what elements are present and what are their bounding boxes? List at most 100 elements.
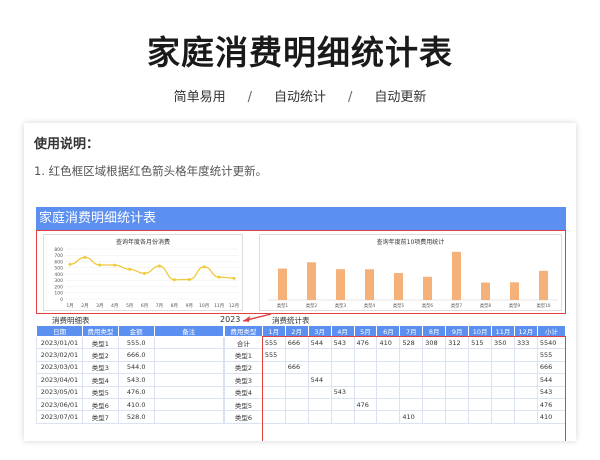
table-cell[interactable]: [376, 348, 401, 362]
table-cell[interactable]: [445, 360, 470, 375]
table-cell[interactable]: 666: [536, 360, 567, 375]
table-cell[interactable]: 5540: [536, 335, 567, 350]
table-cell[interactable]: [330, 348, 355, 362]
table-cell[interactable]: [491, 360, 515, 375]
table-cell[interactable]: [399, 397, 424, 412]
table-cell[interactable]: [513, 385, 538, 399]
table-cell[interactable]: [153, 335, 225, 350]
table-cell[interactable]: 543: [536, 385, 567, 399]
table-cell[interactable]: 类型1: [81, 335, 119, 350]
table-cell[interactable]: 555: [261, 335, 286, 350]
table-cell[interactable]: 544.0: [117, 360, 155, 375]
table-cell[interactable]: [399, 385, 424, 399]
table-cell[interactable]: [353, 410, 378, 424]
table-cell[interactable]: 528.0: [117, 410, 155, 424]
table-cell[interactable]: [330, 410, 355, 424]
table-cell[interactable]: [422, 348, 447, 362]
table-cell[interactable]: 类型2: [81, 348, 119, 362]
table-cell[interactable]: [261, 385, 286, 399]
table-cell[interactable]: 543: [330, 335, 355, 350]
table-cell[interactable]: 合计: [224, 335, 263, 350]
table-cell[interactable]: 410: [376, 335, 401, 350]
table-cell[interactable]: 2023/04/01: [36, 373, 83, 387]
table-cell[interactable]: 类型3: [81, 360, 119, 375]
table-cell[interactable]: [491, 385, 515, 399]
table-cell[interactable]: [376, 360, 401, 375]
table-cell[interactable]: [468, 397, 493, 412]
table-cell[interactable]: [491, 410, 515, 424]
table-cell[interactable]: [284, 373, 309, 387]
table-cell[interactable]: 476: [353, 397, 378, 412]
table-cell[interactable]: 544: [307, 373, 332, 387]
table-cell[interactable]: [468, 410, 493, 424]
table-cell[interactable]: 2023/02/01: [36, 348, 83, 362]
table-cell[interactable]: 666: [284, 360, 309, 375]
table-cell[interactable]: [491, 397, 515, 412]
table-cell[interactable]: [153, 397, 225, 412]
table-cell[interactable]: [399, 348, 424, 362]
table-cell[interactable]: 476: [353, 335, 378, 350]
table-cell[interactable]: [513, 397, 538, 412]
table-cell[interactable]: [513, 360, 538, 375]
table-cell[interactable]: [284, 385, 309, 399]
table-cell[interactable]: [468, 373, 493, 387]
table-cell[interactable]: [330, 373, 355, 387]
table-cell[interactable]: [376, 410, 401, 424]
table-cell[interactable]: [153, 348, 225, 362]
table-cell[interactable]: [422, 360, 447, 375]
table-cell[interactable]: 312: [445, 335, 470, 350]
table-cell[interactable]: 2023/03/01: [36, 360, 83, 375]
table-cell[interactable]: [445, 397, 470, 412]
table-cell[interactable]: 2023/05/01: [36, 385, 83, 399]
table-cell[interactable]: [307, 410, 332, 424]
table-cell[interactable]: [153, 373, 225, 387]
table-cell[interactable]: 410.0: [117, 397, 155, 412]
table-cell[interactable]: 410: [399, 410, 424, 424]
table-cell[interactable]: [261, 373, 286, 387]
table-cell[interactable]: 555.0: [117, 335, 155, 350]
table-cell[interactable]: [330, 360, 355, 375]
table-cell[interactable]: [261, 410, 286, 424]
table-cell[interactable]: [353, 348, 378, 362]
table-cell[interactable]: 528: [399, 335, 424, 350]
table-cell[interactable]: [353, 360, 378, 375]
table-cell[interactable]: [445, 373, 470, 387]
table-cell[interactable]: 410: [536, 410, 567, 424]
table-cell[interactable]: 543.0: [117, 373, 155, 387]
table-cell[interactable]: [445, 385, 470, 399]
table-cell[interactable]: [399, 360, 424, 375]
table-cell[interactable]: [307, 397, 332, 412]
table-cell[interactable]: [376, 373, 401, 387]
table-cell[interactable]: [468, 385, 493, 399]
table-cell[interactable]: [513, 373, 538, 387]
table-cell[interactable]: 类型5: [81, 385, 119, 399]
table-cell[interactable]: [307, 385, 332, 399]
table-cell[interactable]: [153, 385, 225, 399]
table-cell[interactable]: 类型7: [81, 410, 119, 424]
table-cell[interactable]: [261, 360, 286, 375]
table-cell[interactable]: [376, 397, 401, 412]
table-cell[interactable]: [330, 397, 355, 412]
table-cell[interactable]: [445, 348, 470, 362]
table-cell[interactable]: 类型5: [224, 397, 263, 412]
table-cell[interactable]: [261, 397, 286, 412]
table-cell[interactable]: 333: [513, 335, 538, 350]
table-cell[interactable]: [307, 360, 332, 375]
table-cell[interactable]: [376, 385, 401, 399]
table-cell[interactable]: [491, 348, 515, 362]
table-cell[interactable]: [353, 373, 378, 387]
table-cell[interactable]: 2023/01/01: [36, 335, 83, 350]
table-cell[interactable]: 666: [284, 335, 309, 350]
table-cell[interactable]: 类型1: [224, 348, 263, 362]
table-cell[interactable]: 类型2: [224, 360, 263, 375]
table-cell[interactable]: 544: [307, 335, 332, 350]
table-cell[interactable]: [468, 348, 493, 362]
table-cell[interactable]: [399, 373, 424, 387]
table-cell[interactable]: 类型4: [224, 385, 263, 399]
table-cell[interactable]: 543: [330, 385, 355, 399]
table-cell[interactable]: 515: [468, 335, 493, 350]
table-cell[interactable]: 555: [536, 348, 567, 362]
table-cell[interactable]: 类型6: [224, 410, 263, 424]
table-cell[interactable]: [284, 348, 309, 362]
table-cell[interactable]: [513, 348, 538, 362]
